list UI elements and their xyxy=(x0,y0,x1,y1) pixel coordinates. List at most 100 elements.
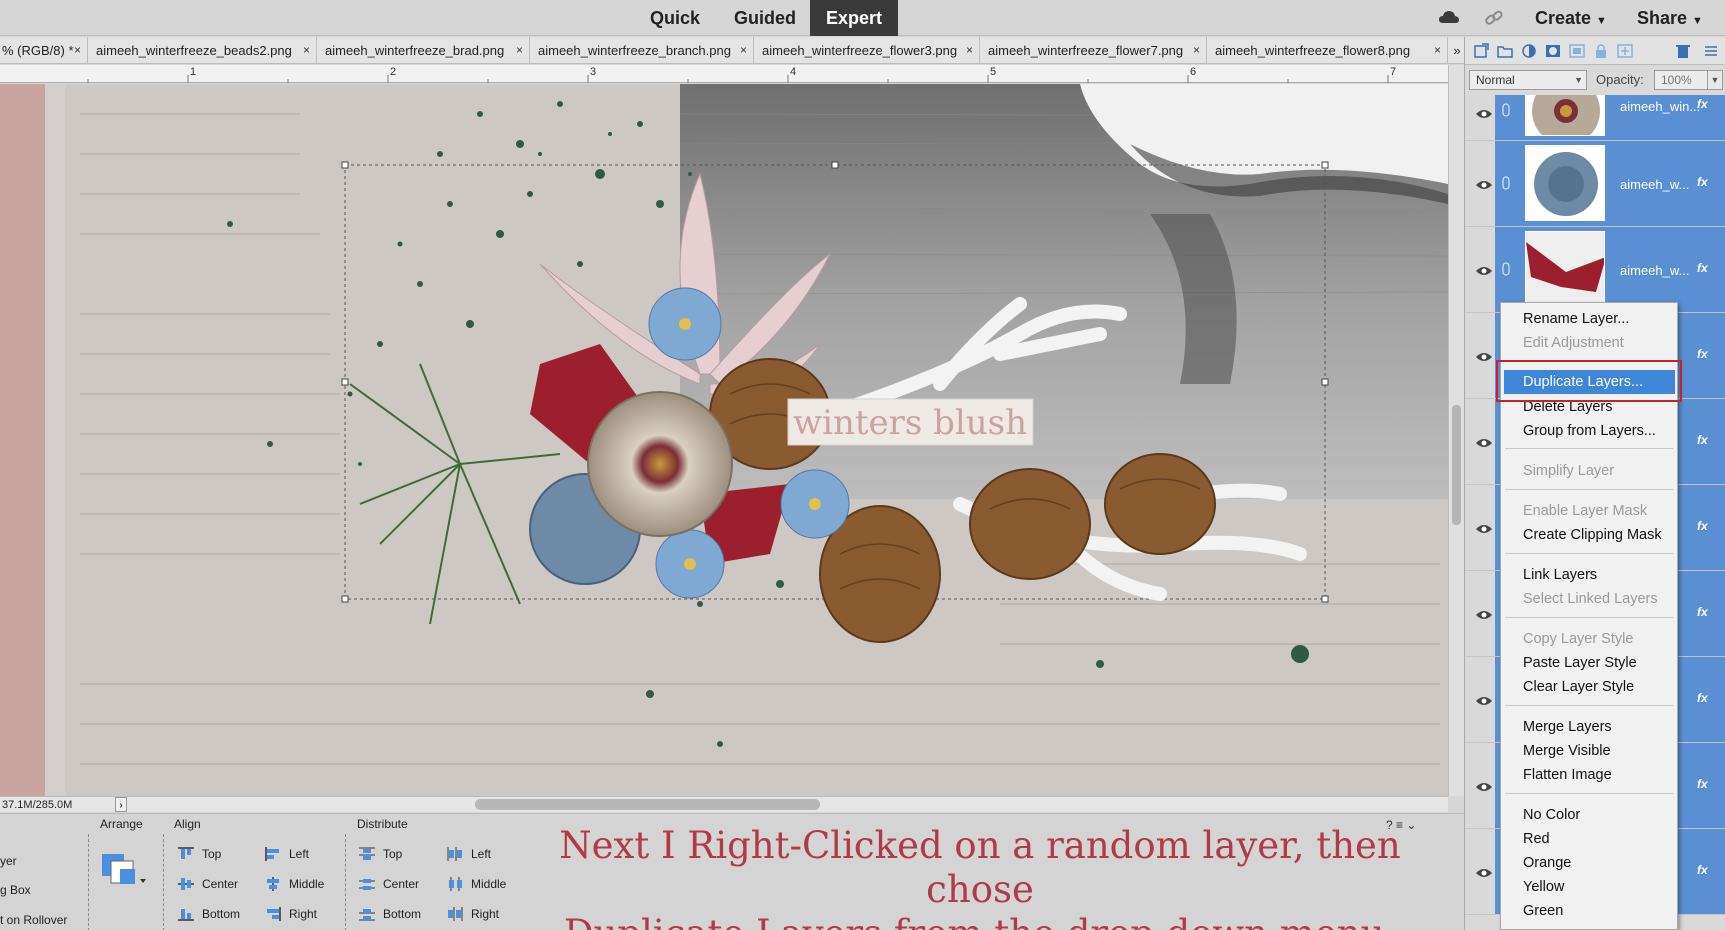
layer-row[interactable]: aimeeh_w... fx xyxy=(1465,227,1725,313)
doc-tab[interactable]: aimeeh_winterfreeze_branch.png × xyxy=(530,37,754,64)
distribute-center-button[interactable]: Center xyxy=(359,874,419,894)
opacity-dropdown-button[interactable]: ▼ xyxy=(1707,70,1723,90)
eye-icon[interactable] xyxy=(1475,107,1493,121)
mode-expert-tab[interactable]: Expert xyxy=(810,0,898,36)
close-icon[interactable]: × xyxy=(740,37,747,64)
menu-item-group-from-layers[interactable]: Group from Layers... xyxy=(1501,419,1677,443)
doc-tab-label: aimeeh_winterfreeze_flower3.png xyxy=(762,43,958,58)
cloud-icon[interactable] xyxy=(1438,8,1460,28)
distribute-right-button[interactable]: Right xyxy=(447,904,499,924)
align-center-button[interactable]: Center xyxy=(178,874,238,894)
mode-guided-tab[interactable]: Guided xyxy=(722,0,808,36)
document-canvas[interactable]: winters blush xyxy=(0,84,1448,796)
fx-icon[interactable]: fx xyxy=(1697,175,1708,189)
option-label-partial[interactable]: t on Rollover xyxy=(0,913,67,927)
fx-icon[interactable]: fx xyxy=(1697,691,1708,705)
close-icon[interactable]: × xyxy=(303,37,310,64)
close-icon[interactable]: × xyxy=(516,37,523,64)
adjustment-layer-icon[interactable] xyxy=(1521,43,1537,59)
fx-icon[interactable]: fx xyxy=(1697,97,1708,111)
menu-item-rename-layer[interactable]: Rename Layer... xyxy=(1501,307,1677,331)
menu-item-no-color[interactable]: No Color xyxy=(1501,803,1677,827)
scrollbar-thumb[interactable] xyxy=(1452,405,1461,525)
align-right-button[interactable]: Right xyxy=(265,904,317,924)
align-middle-label: Middle xyxy=(289,877,325,891)
layer-mask-icon[interactable] xyxy=(1545,43,1561,59)
doc-tab[interactable]: aimeeh_winterfreeze_brad.png × xyxy=(317,37,530,64)
fx-icon[interactable]: fx xyxy=(1697,433,1708,447)
fx-icon[interactable]: fx xyxy=(1697,519,1708,533)
eye-icon[interactable] xyxy=(1475,608,1493,622)
close-icon[interactable]: × xyxy=(1434,37,1441,64)
close-icon[interactable]: × xyxy=(966,37,973,64)
arrange-icon[interactable] xyxy=(100,849,150,893)
opacity-input[interactable]: 100% xyxy=(1654,70,1708,90)
lock-transparency-icon[interactable] xyxy=(1569,43,1585,59)
eye-icon[interactable] xyxy=(1475,780,1493,794)
eye-icon[interactable] xyxy=(1475,350,1493,364)
align-bottom-button[interactable]: Bottom xyxy=(178,904,240,924)
option-label-partial[interactable]: yer xyxy=(0,854,17,868)
new-layer-icon[interactable] xyxy=(1473,43,1489,59)
help-icon[interactable]: ? ≡ ⌄ xyxy=(1386,818,1416,832)
eye-icon[interactable] xyxy=(1475,522,1493,536)
menu-item-red[interactable]: Red xyxy=(1501,827,1677,851)
menu-item-create-clipping-mask[interactable]: Create Clipping Mask xyxy=(1501,523,1677,547)
menu-item-orange[interactable]: Orange xyxy=(1501,851,1677,875)
close-icon[interactable]: × xyxy=(1193,37,1200,64)
panel-menu-icon[interactable] xyxy=(1703,43,1719,59)
doc-tab[interactable]: aimeeh_winterfreeze_flower8.png × xyxy=(1207,37,1448,64)
link-icon[interactable] xyxy=(1483,8,1505,28)
align-top-button[interactable]: Top xyxy=(178,844,221,864)
menu-item-paste-layer-style[interactable]: Paste Layer Style xyxy=(1501,651,1677,675)
new-group-icon[interactable] xyxy=(1497,43,1513,59)
distribute-middle-button[interactable]: Middle xyxy=(447,874,506,894)
layer-name[interactable]: aimeeh_win... xyxy=(1620,99,1700,114)
lock-icon[interactable] xyxy=(1593,43,1609,59)
eye-icon[interactable] xyxy=(1475,264,1493,278)
horizontal-scrollbar-thumb[interactable] xyxy=(475,799,820,810)
option-label-partial[interactable]: g Box xyxy=(0,883,31,897)
trash-icon[interactable] xyxy=(1675,43,1691,59)
ruler-number: 6 xyxy=(1190,66,1197,78)
align-left-button[interactable]: Left xyxy=(265,844,309,864)
distribute-top-button[interactable]: Top xyxy=(359,844,402,864)
mode-quick-tab[interactable]: Quick xyxy=(635,0,715,36)
fx-icon[interactable]: fx xyxy=(1697,777,1708,791)
eye-icon[interactable] xyxy=(1475,694,1493,708)
layer-name[interactable]: aimeeh_w... xyxy=(1620,263,1689,278)
close-icon[interactable]: × xyxy=(74,37,81,64)
eye-icon[interactable] xyxy=(1475,866,1493,880)
distribute-bottom-button[interactable]: Bottom xyxy=(359,904,421,924)
align-middle-button[interactable]: Middle xyxy=(265,874,324,894)
vertical-scrollbar[interactable] xyxy=(1448,65,1464,796)
doc-tab[interactable]: aimeeh_winterfreeze_flower7.png × xyxy=(980,37,1207,64)
create-menu[interactable]: Create ▼ xyxy=(1535,0,1607,36)
share-menu[interactable]: Share ▼ xyxy=(1637,0,1703,36)
fx-icon[interactable]: fx xyxy=(1697,261,1708,275)
distribute-top-icon xyxy=(359,847,375,860)
menu-item-yellow[interactable]: Yellow xyxy=(1501,875,1677,899)
menu-item-green[interactable]: Green xyxy=(1501,899,1677,923)
layer-row[interactable]: aimeeh_win... fx xyxy=(1465,95,1725,141)
doc-tab-active[interactable]: % (RGB/8) * × xyxy=(0,37,88,64)
menu-item-merge-visible[interactable]: Merge Visible xyxy=(1501,739,1677,763)
blend-mode-select[interactable]: Normal ▼ xyxy=(1469,70,1587,90)
menu-item-clear-layer-style[interactable]: Clear Layer Style xyxy=(1501,675,1677,699)
distribute-left-button[interactable]: Left xyxy=(447,844,491,864)
lock-position-icon[interactable] xyxy=(1617,43,1633,59)
eye-icon[interactable] xyxy=(1475,436,1493,450)
fx-icon[interactable]: fx xyxy=(1697,863,1708,877)
distribute-right-label: Right xyxy=(471,907,500,921)
doc-tab[interactable]: aimeeh_winterfreeze_flower3.png × xyxy=(754,37,980,64)
status-menu-arrow[interactable]: › xyxy=(115,797,127,812)
layer-row[interactable]: aimeeh_w... fx xyxy=(1465,141,1725,227)
menu-item-flatten-image[interactable]: Flatten Image xyxy=(1501,763,1677,787)
menu-item-link-layers[interactable]: Link Layers xyxy=(1501,563,1677,587)
layer-name[interactable]: aimeeh_w... xyxy=(1620,177,1689,192)
fx-icon[interactable]: fx xyxy=(1697,605,1708,619)
fx-icon[interactable]: fx xyxy=(1697,347,1708,361)
doc-tab[interactable]: aimeeh_winterfreeze_beads2.png × xyxy=(88,37,317,64)
menu-item-merge-layers[interactable]: Merge Layers xyxy=(1501,715,1677,739)
eye-icon[interactable] xyxy=(1475,178,1493,192)
